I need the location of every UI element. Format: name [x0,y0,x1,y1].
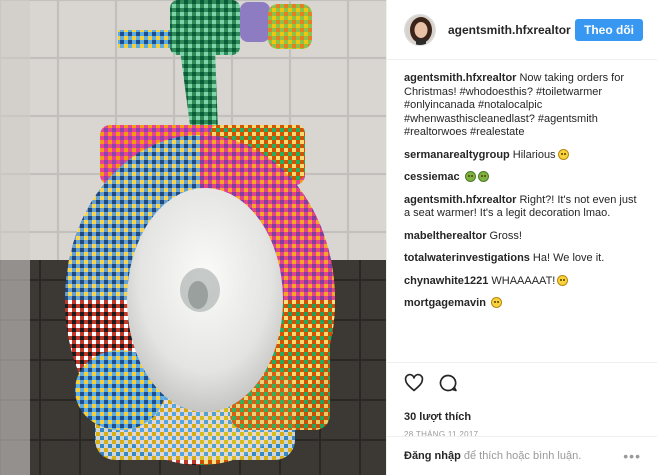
comment-item: cessiemac [404,171,644,185]
comment-username[interactable]: totalwaterinvestigations [404,252,530,264]
comment-text: Gross! [489,229,522,242]
emoji-icon [490,297,502,308]
post-actions: 30 lượt thích 28 THÁNG 11 2017 [387,362,657,439]
heart-outline-icon[interactable] [404,373,424,393]
comment-text: Hilarious [512,148,556,161]
emoji-icon [464,171,476,182]
login-prompt-text: để thích hoặc bình luận. [463,450,582,462]
comment-item: mabeltherealtor Gross! [404,230,644,244]
follow-button[interactable]: Theo dõi [575,18,643,41]
comment-username[interactable]: sermanarealtygroup [404,149,510,161]
post-photo[interactable] [0,0,386,475]
comment-username[interactable]: agentsmith.hfxrealtor [404,72,516,84]
comment-username[interactable]: cessiemac [404,171,460,183]
comment-item: agentsmith.hfxrealtor Right?! It's not ev… [404,194,644,221]
comment-item: mortgagemavin [404,297,644,311]
like-count[interactable]: 30 lượt thích [404,411,641,423]
comment-text: Ha! We love it. [532,252,605,264]
comment-username[interactable]: agentsmith.hfxrealtor [404,194,516,206]
comment-item: totalwaterinvestigations Ha! We love it. [404,252,644,266]
comment-text: WHAAAAAT! [491,274,556,287]
emoji-icon [477,171,489,182]
login-link[interactable]: Đăng nhập [404,450,461,462]
speech-bubble-icon[interactable] [438,373,458,393]
comment-item: chynawhite1221 WHAAAAAT! [404,274,644,289]
comment-list: agentsmith.hfxrealtor Now taking orders f… [404,72,644,320]
comment-login-bar: Đăng nhập để thích hoặc bình luận. ••• [387,436,657,475]
more-options-icon[interactable]: ••• [623,448,641,464]
post-header: agentsmith.hfxrealtor Theo dõi [387,0,657,60]
comment-username[interactable]: mabeltherealtor [404,230,487,242]
post-sidebar: agentsmith.hfxrealtor Theo dõi agentsmit… [386,0,657,475]
comment-item: agentsmith.hfxrealtor Now taking orders f… [404,72,644,140]
emoji-icon [557,148,569,160]
comment-item: sermanarealtygroup Hilarious [404,148,644,163]
avatar[interactable] [404,13,436,46]
comment-username[interactable]: chynawhite1221 [404,275,488,287]
comment-username[interactable]: mortgagemavin [404,297,486,309]
emoji-icon [557,274,569,286]
post-username[interactable]: agentsmith.hfxrealtor [448,23,575,37]
